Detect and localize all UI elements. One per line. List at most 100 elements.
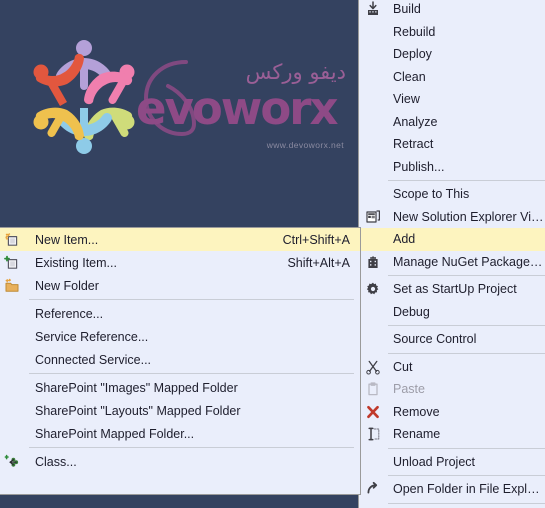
menu-item-label: Source Control <box>393 332 477 347</box>
explorer-view-icon <box>359 206 387 228</box>
no-icon <box>359 43 387 65</box>
menu-item-label: Analyze <box>393 114 438 129</box>
menu-item-analyze[interactable]: Analyze <box>359 111 545 134</box>
project-context-menu[interactable]: Build Rebuild Deploy Clean View Analyze Retrac… <box>358 0 545 508</box>
menu-item-scope-to-this[interactable]: Scope to This <box>359 183 545 206</box>
menu-item-service-reference[interactable]: Service Reference... <box>0 325 360 348</box>
menu-item-label: Paste <box>393 382 425 397</box>
menu-item-label: View <box>393 92 420 107</box>
clipboard-icon <box>359 378 387 400</box>
menu-item-label: Rename <box>393 427 441 442</box>
nuget-icon <box>359 251 387 273</box>
class-icon <box>0 451 26 473</box>
menu-item-label: SharePoint Mapped Folder... <box>35 426 195 441</box>
logo-wordmark: ديفو وركس evoworx www.devoworx.net <box>136 34 348 162</box>
menu-item-open-folder-in-file-explorer[interactable]: Open Folder in File Explorer <box>359 478 545 501</box>
no-icon <box>359 301 387 323</box>
menu-item-label: Class... <box>35 454 77 469</box>
menu-item-add[interactable]: Add <box>359 228 545 251</box>
menu-item-source-control[interactable]: Source Control <box>359 328 545 351</box>
scissors-icon <box>359 356 387 378</box>
logo-url-text: www.devoworx.net <box>266 140 344 150</box>
menu-item-connected-service[interactable]: Connected Service... <box>0 348 360 371</box>
no-icon <box>359 88 387 110</box>
menu-separator <box>388 502 545 504</box>
menu-item-label: Unload Project <box>393 454 475 469</box>
no-icon <box>0 326 26 348</box>
no-icon <box>359 183 387 205</box>
menu-item-remove[interactable]: Remove <box>359 401 545 424</box>
menu-item-build[interactable]: Build <box>359 0 545 21</box>
menu-item-label: Service Reference... <box>35 329 149 344</box>
x-remove-icon <box>359 401 387 423</box>
menu-item-set-as-startup-project[interactable]: Set as StartUp Project <box>359 278 545 301</box>
screenshot-root: ديفو وركس evoworx www.devoworx.net evowo… <box>0 0 545 508</box>
menu-separator <box>388 352 545 354</box>
menu-item-label: Add <box>393 232 416 247</box>
menu-item-paste: Paste <box>359 378 545 401</box>
menu-item-cut[interactable]: Cut <box>359 356 545 379</box>
menu-item-label: Open Folder in File Explorer <box>393 482 545 497</box>
menu-item-shortcut: Shift+Alt+A <box>287 255 350 270</box>
menu-item-label: Manage NuGet Packages... <box>393 254 545 269</box>
menu-item-label: New Folder <box>35 278 99 293</box>
no-icon <box>359 21 387 43</box>
menu-item-new-solution-explorer-view[interactable]: New Solution Explorer View <box>359 206 545 229</box>
gear-icon <box>359 278 387 300</box>
menu-item-rebuild[interactable]: Rebuild <box>359 21 545 44</box>
menu-item-retract[interactable]: Retract <box>359 133 545 156</box>
open-folder-arrow-icon <box>359 478 387 500</box>
no-icon <box>359 133 387 155</box>
menu-item-sharepoint-images-mapped-folder[interactable]: SharePoint "Images" Mapped Folder <box>0 376 360 399</box>
menu-item-label: Cut <box>393 359 413 374</box>
menu-separator <box>29 299 354 300</box>
no-icon <box>0 400 26 422</box>
menu-separator <box>388 275 545 276</box>
no-icon <box>359 156 387 178</box>
menu-item-deploy[interactable]: Deploy <box>359 43 545 66</box>
no-icon <box>359 228 387 250</box>
rename-icon <box>359 423 387 445</box>
menu-item-rename[interactable]: Rename <box>359 423 545 446</box>
menu-item-new-folder[interactable]: New Folder <box>0 274 360 297</box>
menu-item-clean[interactable]: Clean <box>359 66 545 89</box>
menu-item-label: Debug <box>393 304 430 319</box>
menu-item-label: Reference... <box>35 306 104 321</box>
menu-item-label: Clean <box>393 69 426 84</box>
add-submenu[interactable]: New Item... Ctrl+Shift+A Existing Item... S… <box>0 227 361 495</box>
menu-separator <box>388 180 545 181</box>
menu-item-label: Remove <box>393 404 440 419</box>
menu-item-label: Scope to This <box>393 187 470 202</box>
menu-item-debug[interactable]: Debug <box>359 301 545 324</box>
menu-item-sharepoint-layouts-mapped-folder[interactable]: SharePoint "Layouts" Mapped Folder <box>0 399 360 422</box>
menu-item-shortcut: Ctrl+Shift+A <box>282 232 350 247</box>
menu-item-existing-item[interactable]: Existing Item... Shift+Alt+A <box>0 251 360 274</box>
menu-item-label: New Item... <box>35 232 99 247</box>
no-icon <box>359 328 387 350</box>
no-icon <box>359 451 387 473</box>
menu-item-class[interactable]: Class... <box>0 450 360 473</box>
new-folder-icon <box>0 275 26 297</box>
menu-separator <box>388 475 545 476</box>
menu-item-new-item[interactable]: New Item... Ctrl+Shift+A <box>0 228 360 251</box>
no-icon <box>359 111 387 133</box>
menu-item-sharepoint-mapped-folder[interactable]: SharePoint Mapped Folder... <box>0 422 360 445</box>
menu-item-label: Publish... <box>393 159 445 174</box>
menu-item-label: New Solution Explorer View <box>393 209 545 224</box>
menu-item-view[interactable]: View <box>359 88 545 111</box>
menu-item-publish[interactable]: Publish... <box>359 156 545 179</box>
build-icon <box>359 0 387 20</box>
menu-separator <box>29 373 354 374</box>
menu-item-reference[interactable]: Reference... <box>0 302 360 325</box>
logo-brand-text: evoworx <box>136 82 338 135</box>
menu-item-label: Retract <box>393 137 434 152</box>
no-icon <box>0 303 26 325</box>
menu-item-label: Deploy <box>393 47 432 62</box>
no-icon <box>0 377 26 399</box>
menu-item-unload-project[interactable]: Unload Project <box>359 451 545 474</box>
menu-item-manage-nuget-packages[interactable]: Manage NuGet Packages... <box>359 251 545 274</box>
menu-item-label: Build <box>393 2 421 17</box>
menu-item-label: Rebuild <box>393 24 436 39</box>
menu-item-label: Set as StartUp Project <box>393 282 517 297</box>
menu-separator <box>388 447 545 449</box>
